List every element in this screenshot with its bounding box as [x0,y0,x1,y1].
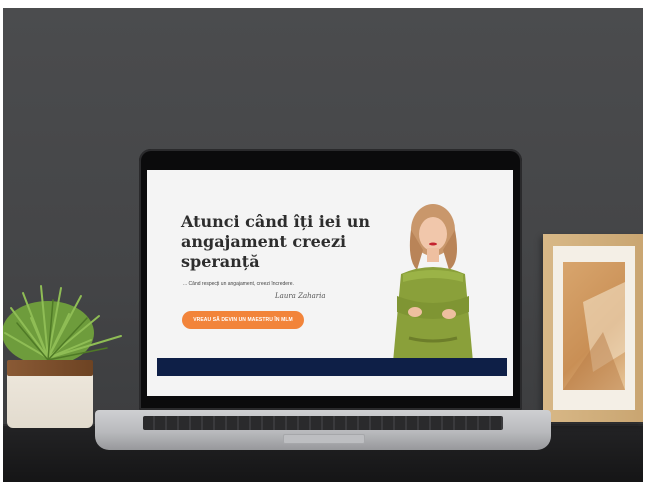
frame-artwork [563,262,625,390]
laptop-lid: Atunci când îți iei un angajament creezi… [139,149,522,410]
frame-mat [553,246,635,410]
laptop-base [95,410,551,450]
photo-scene: Atunci când îți iei un angajament creezi… [3,8,643,482]
artwork-shape-icon [563,282,625,390]
potted-plant [3,278,133,428]
hero-signature: Laura Zaharia [275,292,326,300]
portrait-image [393,204,473,362]
picture-frame [543,234,643,422]
hero-title: Atunci când îți iei un angajament creezi… [181,212,370,271]
cta-button[interactable]: VREAU SĂ DEVIN UN MAESTRU ÎN MLM [182,311,304,329]
laptop-trackpad [283,434,365,444]
footer-bar [157,358,507,376]
hero-tagline: ... Când respecți un angajament, creezi … [183,281,294,287]
laptop-screen: Atunci când îți iei un angajament creezi… [147,170,513,396]
laptop-keyboard [143,416,503,430]
plant-pot-rim [7,360,93,376]
